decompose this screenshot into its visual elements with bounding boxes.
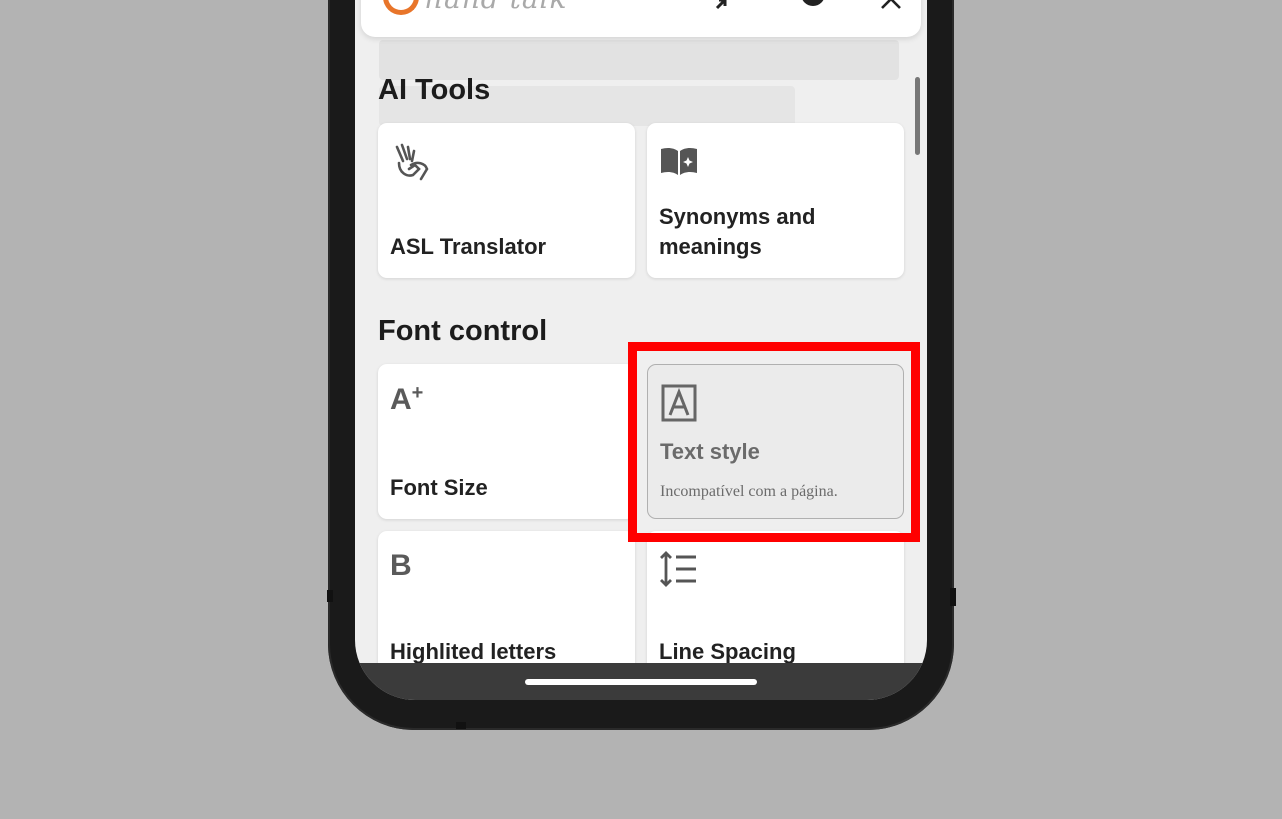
phone-side-button-left (327, 590, 333, 602)
section-title-ai-tools: AI Tools (378, 74, 491, 106)
font-size-icon: A+ (390, 382, 424, 416)
plugin-header: hand talk (361, 0, 921, 37)
gear-icon[interactable] (797, 0, 829, 10)
highlight-box (628, 342, 920, 542)
section-title-font-control: Font control (378, 315, 548, 347)
home-bar (355, 663, 927, 700)
bold-letter-icon: B (390, 549, 412, 582)
synonyms-label: Synonyms and meanings (659, 204, 816, 259)
logo-text: hand talk (425, 0, 567, 15)
close-icon[interactable] (879, 0, 903, 10)
font-size-label: Font Size (390, 475, 488, 500)
asl-translator-card[interactable]: ASL Translator (378, 123, 635, 278)
sign-language-hands-icon (389, 141, 431, 183)
home-indicator[interactable] (525, 679, 757, 685)
hand-talk-logo-icon (383, 0, 419, 15)
font-size-card[interactable]: A+ Font Size (378, 364, 635, 519)
phone-bottom-notch (456, 722, 466, 729)
scrollbar-thumb[interactable] (915, 77, 920, 155)
phone-side-button-right (950, 588, 956, 606)
synonyms-card[interactable]: Synonyms and meanings (647, 123, 904, 278)
collapse-icon[interactable] (713, 0, 741, 10)
asl-translator-label: ASL Translator (390, 234, 547, 259)
line-spacing-icon (658, 549, 700, 591)
book-sparkle-icon (658, 141, 700, 183)
